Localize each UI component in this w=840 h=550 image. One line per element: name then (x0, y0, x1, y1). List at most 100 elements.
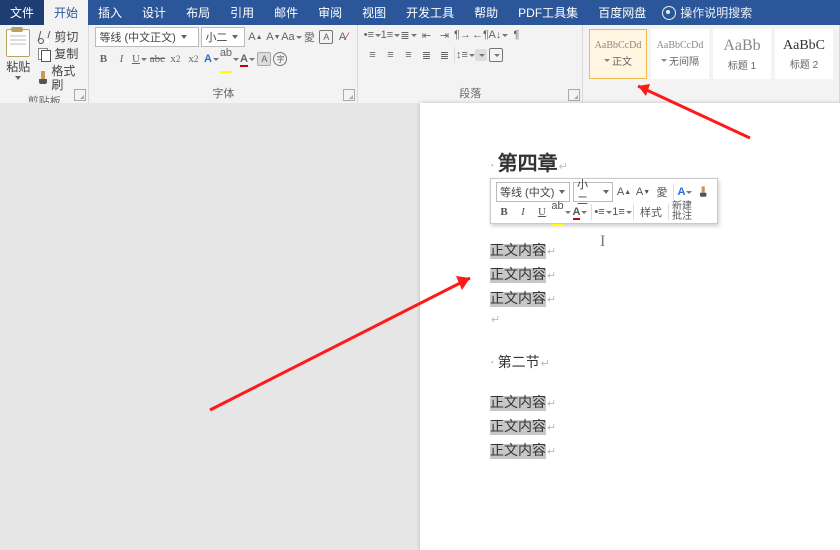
mini-format-painter-icon[interactable] (696, 184, 712, 200)
body-line-3[interactable]: 正文内容 (490, 292, 546, 307)
heading-4[interactable]: 第四章 (498, 153, 558, 175)
tab-help[interactable]: 帮助 (464, 0, 508, 25)
font-name-dropdown[interactable]: 等线 (中文正文) (95, 27, 199, 47)
style-name: 无间隔 (669, 53, 699, 68)
sort-button[interactable]: A↓ (490, 27, 506, 43)
highlight-button[interactable]: ab (221, 51, 237, 67)
change-case-icon[interactable]: Aa (283, 29, 299, 45)
enclose-char-button[interactable]: 字 (273, 52, 287, 66)
paste-button[interactable]: 粘贴 (6, 27, 30, 80)
mini-text-effect-icon[interactable]: A (677, 184, 693, 200)
subscript-button[interactable]: x2 (167, 51, 183, 67)
align-left-button[interactable]: ≡ (364, 47, 380, 63)
align-distribute-button[interactable]: ≣ (436, 47, 452, 63)
mini-grow-font-icon[interactable]: A▲ (616, 184, 632, 200)
font-color-button[interactable]: A (239, 51, 255, 67)
tab-insert[interactable]: 插入 (88, 0, 132, 25)
style-preview: AaBbC (783, 38, 825, 54)
mini-numbering[interactable]: 1≡ (614, 204, 630, 220)
mini-highlight[interactable]: ab (553, 204, 569, 220)
tab-home[interactable]: 开始 (44, 0, 88, 25)
tell-me-label: 操作说明搜索 (680, 4, 752, 21)
body-line-2[interactable]: 正文内容 (490, 268, 546, 283)
mini-bold[interactable]: B (496, 204, 512, 220)
tab-pdf-tools[interactable]: PDF工具集 (508, 0, 588, 25)
line-spacing-button[interactable]: ↕≡ (457, 47, 473, 63)
ltr-direction-button[interactable]: ¶→ (454, 27, 470, 43)
tab-devtools[interactable]: 开发工具 (396, 0, 464, 25)
mini-font-size[interactable]: 小二 (573, 182, 613, 202)
lightbulb-icon (662, 6, 676, 20)
mini-font-name[interactable]: 等线 (中文) (496, 182, 570, 202)
mini-toolbar: 等线 (中文) 小二 A▲ A▼ 愛 A B I U ab A •≡ 1≡ 样式… (490, 178, 718, 224)
strikethrough-button[interactable]: abc (149, 51, 165, 67)
decrease-indent-button[interactable]: ⇤ (418, 27, 434, 43)
tab-baidu-netdisk[interactable]: 百度网盘 (588, 0, 656, 25)
clipboard-launcher[interactable] (74, 89, 86, 101)
show-marks-button[interactable]: ¶ (508, 27, 524, 43)
mini-shrink-font-icon[interactable]: A▼ (635, 184, 651, 200)
italic-button[interactable]: I (113, 51, 129, 67)
section-2[interactable]: 第二节 (498, 356, 540, 371)
bold-button[interactable]: B (95, 51, 111, 67)
style-nospacing[interactable]: AaBbCcDd 无间隔 (651, 29, 709, 79)
rtl-direction-button[interactable]: ←¶ (472, 27, 488, 43)
body-line-4[interactable]: 正文内容 (490, 396, 546, 411)
tab-mailings[interactable]: 邮件 (264, 0, 308, 25)
underline-button[interactable]: U (131, 51, 147, 67)
style-name: 标题 2 (790, 56, 818, 71)
font-size-dropdown[interactable]: 小二 (201, 27, 245, 47)
body-line-1[interactable]: 正文内容 (490, 244, 546, 259)
menu-bar: 文件 开始 插入 设计 布局 引用 邮件 审阅 视图 开发工具 帮助 PDF工具… (0, 0, 840, 25)
mini-underline[interactable]: U (534, 204, 550, 220)
char-shading-button[interactable]: A (257, 52, 271, 66)
clear-format-icon[interactable]: A⁄ (335, 29, 351, 45)
mini-italic[interactable]: I (515, 204, 531, 220)
multilevel-button[interactable]: ≣ (400, 27, 416, 43)
align-center-button[interactable]: ≡ (382, 47, 398, 63)
align-justify-button[interactable]: ≣ (418, 47, 434, 63)
style-normal[interactable]: AaBbCcDd 正文 (589, 29, 647, 79)
tab-references[interactable]: 引用 (220, 0, 264, 25)
tab-file[interactable]: 文件 (0, 0, 44, 25)
mini-font-color[interactable]: A (572, 204, 588, 220)
phonetic-guide-icon[interactable]: 愛 (301, 29, 317, 45)
style-name: 正文 (612, 53, 632, 68)
format-painter-label: 格式刷 (51, 64, 79, 92)
font-launcher[interactable] (343, 89, 355, 101)
style-heading1[interactable]: AaBb 标题 1 (713, 29, 771, 79)
group-label-font: 字体 (95, 85, 351, 103)
cut-button[interactable]: 剪切 (34, 29, 82, 45)
text-effects-button[interactable]: A (203, 51, 219, 67)
style-name: 标题 1 (728, 57, 756, 72)
body-line-5[interactable]: 正文内容 (490, 420, 546, 435)
tab-review[interactable]: 审阅 (308, 0, 352, 25)
superscript-button[interactable]: x2 (185, 51, 201, 67)
mini-styles-button[interactable]: 样式 (637, 204, 665, 220)
cut-label: 剪切 (54, 30, 78, 44)
tab-design[interactable]: 设计 (132, 0, 176, 25)
mini-phonetic-icon[interactable]: 愛 (654, 184, 670, 200)
style-preview: AaBbCcDd (595, 40, 642, 51)
numbering-button[interactable]: 1≡ (382, 27, 398, 43)
align-right-button[interactable]: ≡ (400, 47, 416, 63)
tab-layout[interactable]: 布局 (176, 0, 220, 25)
shrink-font-icon[interactable]: A▼ (265, 29, 281, 45)
tab-view[interactable]: 视图 (352, 0, 396, 25)
body-line-6[interactable]: 正文内容 (490, 444, 546, 459)
increase-indent-button[interactable]: ⇥ (436, 27, 452, 43)
group-paragraph: •≡ 1≡ ≣ ⇤ ⇥ ¶→ ←¶ A↓ ¶ ≡ ≡ ≡ ≣ ≣ ↕≡ (358, 25, 583, 103)
char-border-icon[interactable]: A (319, 30, 333, 44)
document-page[interactable]: ·第四章↵ 正文内容↵ 正文内容↵ 正文内容↵ ↵ ·第二节↵ 正文内容↵ 正文… (420, 103, 840, 550)
copy-button[interactable]: 复制 (34, 46, 82, 62)
tell-me-search[interactable]: 操作说明搜索 (662, 0, 752, 25)
borders-button[interactable] (489, 48, 503, 62)
mini-bullets[interactable]: •≡ (595, 204, 611, 220)
shading-button[interactable] (475, 49, 487, 61)
paragraph-launcher[interactable] (568, 89, 580, 101)
workspace: ·第四章↵ 正文内容↵ 正文内容↵ 正文内容↵ ↵ ·第二节↵ 正文内容↵ 正文… (0, 103, 840, 550)
grow-font-icon[interactable]: A▲ (247, 29, 263, 45)
style-heading2[interactable]: AaBbC 标题 2 (775, 29, 833, 79)
mini-new-comment[interactable]: 新建 批注 (672, 204, 692, 220)
bullets-button[interactable]: •≡ (364, 27, 380, 43)
